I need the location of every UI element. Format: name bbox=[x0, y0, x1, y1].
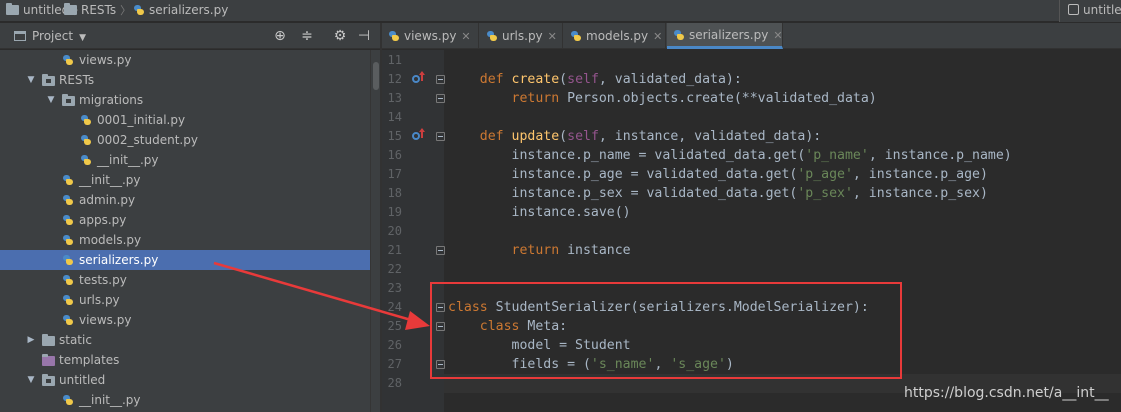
watermark: https://blog.csdn.net/a__int__ bbox=[904, 385, 1109, 401]
annotation-arrow bbox=[213, 261, 430, 330]
arrow-head bbox=[405, 311, 430, 330]
arrow-line bbox=[213, 261, 419, 324]
